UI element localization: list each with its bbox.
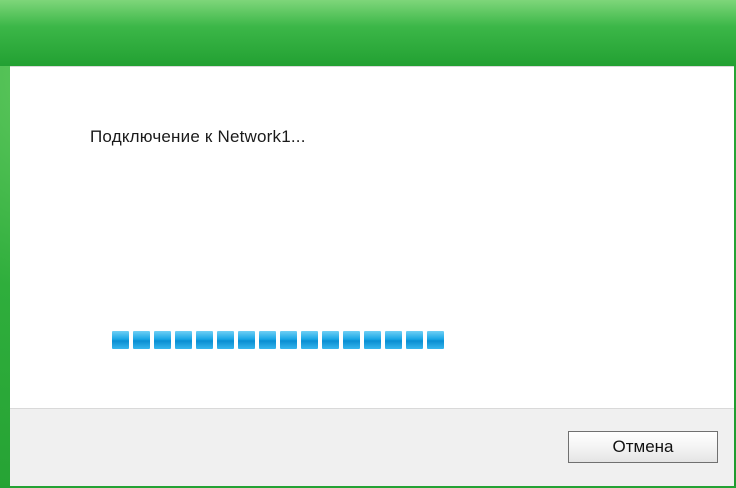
- progress-segment: [154, 331, 171, 349]
- progress-segment: [175, 331, 192, 349]
- progress-segment: [406, 331, 423, 349]
- cancel-button[interactable]: Отмена: [568, 431, 718, 463]
- progress-segment: [259, 331, 276, 349]
- progress-segment: [427, 331, 444, 349]
- progress-segment: [343, 331, 360, 349]
- progress-segment: [238, 331, 255, 349]
- progress-segment: [385, 331, 402, 349]
- connection-dialog: Подключение к Network1... Отмена: [0, 0, 736, 488]
- progress-segment: [301, 331, 318, 349]
- progress-segment: [133, 331, 150, 349]
- progress-segment: [280, 331, 297, 349]
- progress-segment: [364, 331, 381, 349]
- dialog-content: Подключение к Network1...: [10, 66, 734, 409]
- connection-progress-bar: [112, 331, 444, 349]
- progress-segment: [112, 331, 129, 349]
- window-titlebar[interactable]: [0, 0, 736, 66]
- progress-segment: [217, 331, 234, 349]
- connection-status-text: Подключение к Network1...: [90, 127, 306, 146]
- dialog-footer: Отмена: [10, 408, 734, 487]
- progress-segment: [322, 331, 339, 349]
- progress-segment: [196, 331, 213, 349]
